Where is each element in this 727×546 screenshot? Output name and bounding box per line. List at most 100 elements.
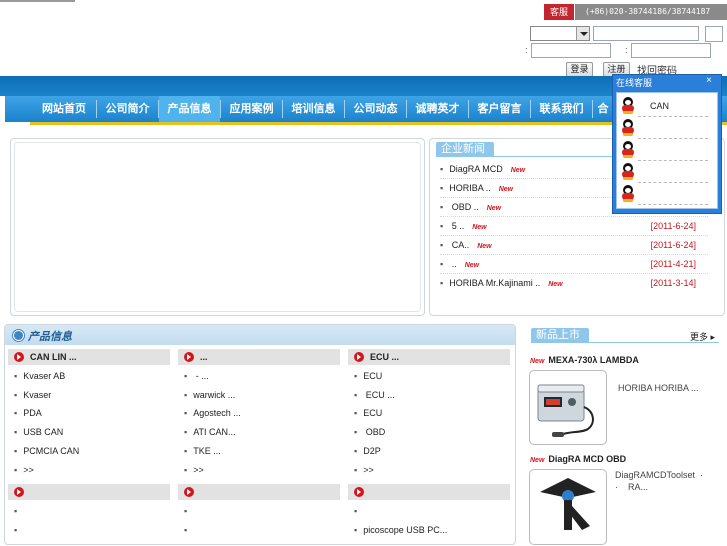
bullet-icon: ▪ [440, 164, 444, 174]
arrow-right-icon [184, 352, 194, 362]
more-link[interactable]: ▪ >> [354, 464, 374, 476]
nav-contact[interactable]: 联系我们 [531, 96, 592, 122]
arrow-right-icon [354, 352, 364, 362]
product-link[interactable]: ▪ [354, 505, 363, 517]
product-link[interactable]: ▪ [184, 524, 193, 536]
password-input[interactable] [531, 43, 611, 58]
new-badge: New [486, 205, 502, 212]
bullet-icon: ▪ [14, 506, 18, 516]
product-link[interactable]: ▪ picoscope USB PC... [354, 524, 447, 536]
product-link-label: ATI CAN... [193, 427, 236, 437]
category-heading[interactable] [348, 484, 510, 500]
service-phone-numbers: (+86)020-38744186/38744187 [575, 4, 727, 20]
svc-divider [638, 204, 708, 205]
bullet-icon: ▪ [184, 371, 188, 381]
nav-news[interactable]: 公司动态 [345, 96, 406, 122]
bullet-icon: ▪ [184, 390, 188, 400]
bullet-icon: ▪ [184, 525, 188, 535]
qq-penguin-icon [621, 141, 635, 158]
nav-jobs[interactable]: 诚聘英才 [407, 96, 468, 122]
section-bullet-icon [13, 330, 24, 341]
qq-contact[interactable] [621, 118, 713, 138]
news-item[interactable]: ▪ CA.. New [2011-6-24] [440, 239, 710, 252]
more-link[interactable]: ▪ >> [14, 464, 34, 476]
chevron-down-icon[interactable] [576, 27, 589, 40]
svc-divider [638, 182, 708, 183]
product-link[interactable]: ▪ USB CAN [14, 426, 63, 438]
qq-contact[interactable] [621, 162, 713, 182]
extra-input[interactable] [705, 26, 723, 42]
nav-training[interactable]: 培训信息 [283, 96, 344, 122]
news-item[interactable]: ▪ 5 .. New [2011-6-24] [440, 220, 710, 233]
arrow-right-icon [14, 487, 24, 497]
nav-products[interactable]: 产品信息 [159, 96, 220, 122]
product-link-label: picoscope USB PC... [363, 525, 448, 535]
username-input[interactable] [593, 26, 699, 41]
category-heading-label: ... [200, 352, 208, 362]
nav-cases[interactable]: 应用案例 [221, 96, 282, 122]
product-link[interactable]: ▪ warwick ... [184, 389, 235, 401]
product-link[interactable]: ▪ Kvaser AB [14, 370, 65, 382]
category-heading[interactable]: ECU ... [348, 349, 510, 365]
new-product-name: DiagRA MCD OBD [548, 454, 627, 464]
qq-contact[interactable]: CAN [621, 96, 713, 116]
product-link[interactable]: ▪ ECU [354, 370, 382, 382]
category-heading[interactable]: CAN LIN ... [8, 349, 170, 365]
bullet-icon: ▪ [440, 278, 444, 288]
product-link[interactable]: ▪ Agostech ... [184, 407, 241, 419]
analyzer-device-icon [537, 384, 594, 437]
new-product-title[interactable]: New MEXA-730λ LAMBDA [530, 355, 639, 365]
product-link[interactable]: ▪ D2P [354, 445, 381, 457]
arrow-right-icon [354, 487, 364, 497]
nav-about[interactable]: 公司简介 [97, 96, 158, 122]
product-image[interactable] [529, 370, 607, 445]
product-link[interactable]: ▪ PCMCIA CAN [14, 445, 79, 457]
nav-partial[interactable]: 合 [593, 96, 613, 122]
new-badge: New [510, 167, 526, 174]
arrow-right-icon [14, 352, 24, 362]
nav-home[interactable]: 网站首页 [33, 96, 95, 122]
more-link[interactable]: ▪ >> [184, 464, 204, 476]
bullet-icon: ▪ [184, 408, 188, 418]
product-link[interactable]: ▪ OBD [354, 426, 385, 438]
arrow-right-icon [184, 487, 194, 497]
close-icon[interactable]: × [706, 75, 712, 86]
nav-guestbook[interactable]: 客户留言 [469, 96, 530, 122]
bullet-icon: ▪ [14, 446, 18, 456]
product-link[interactable]: ▪ Kvaser [14, 389, 51, 401]
product-link[interactable]: ▪ - ... [184, 370, 209, 382]
new-product-title[interactable]: New DiagRA MCD OBD [530, 454, 626, 464]
svc-divider [638, 138, 708, 139]
captcha-input[interactable] [631, 43, 711, 58]
category-heading[interactable] [8, 484, 170, 500]
bullet-icon: ▪ [14, 465, 18, 475]
bullet-icon: ▪ [440, 259, 444, 269]
bullet-icon: ▪ [184, 465, 188, 475]
category-heading[interactable] [178, 484, 340, 500]
news-item[interactable]: ▪ .. New [2011-4-21] [440, 258, 710, 271]
bullet-icon: ▪ [440, 202, 444, 212]
news-title: OBD .. [449, 202, 479, 212]
product-link[interactable]: ▪ TKE ... [184, 445, 221, 457]
product-link[interactable]: ▪ ECU ... [354, 389, 395, 401]
news-divider [440, 216, 708, 217]
login-button[interactable]: 登录 [566, 62, 593, 77]
news-date: [2011-3-14] [650, 278, 696, 288]
bullet-icon: ▪ [14, 427, 18, 437]
news-item[interactable]: ▪ HORIBA Mr.Kajinami .. New [2011-3-14] [440, 277, 710, 290]
new-badge: New [472, 224, 487, 231]
product-link[interactable]: ▪ ECU [354, 407, 382, 419]
more-link[interactable]: 更多 ▸ [690, 330, 715, 343]
product-link[interactable]: ▪ [14, 524, 23, 536]
new-product-name: MEXA-730λ LAMBDA [548, 355, 639, 365]
product-link[interactable]: ▪ PDA [14, 407, 42, 419]
product-link[interactable]: ▪ [14, 505, 23, 517]
qq-contact[interactable] [621, 184, 713, 204]
product-link[interactable]: ▪ ATI CAN... [184, 426, 236, 438]
qq-contact[interactable] [621, 140, 713, 160]
bullet-icon: ▪ [354, 371, 358, 381]
product-image[interactable] [529, 469, 607, 545]
category-heading[interactable]: ... [178, 349, 340, 365]
new-products-tab-title: 新品上市 [531, 328, 589, 343]
product-link[interactable]: ▪ [184, 505, 193, 517]
